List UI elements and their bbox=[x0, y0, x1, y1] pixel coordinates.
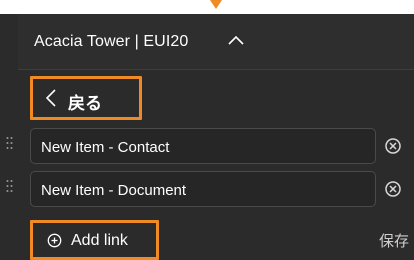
add-circle-icon bbox=[47, 233, 62, 248]
drag-handle-icon[interactable] bbox=[6, 179, 13, 193]
panel-title: Acacia Tower | EUI20 bbox=[34, 33, 189, 50]
remove-icon[interactable] bbox=[384, 180, 402, 198]
link-label: New Item - Document bbox=[41, 182, 187, 199]
add-link-button[interactable]: Add link bbox=[30, 220, 159, 260]
drag-handle-icon[interactable] bbox=[6, 136, 13, 150]
pointer-arrow-icon bbox=[210, 0, 222, 9]
panel-header[interactable]: Acacia Tower | EUI20 bbox=[18, 14, 414, 70]
link-row-contact[interactable]: New Item - Contact bbox=[30, 128, 376, 164]
chevron-up-icon[interactable] bbox=[227, 34, 245, 46]
back-label: 戻る bbox=[68, 94, 102, 113]
add-link-label: Add link bbox=[71, 232, 128, 249]
link-label: New Item - Contact bbox=[41, 139, 170, 156]
remove-icon[interactable] bbox=[384, 137, 402, 155]
background-strip bbox=[0, 0, 414, 14]
back-button[interactable]: 戻る bbox=[30, 76, 142, 120]
chevron-left-icon bbox=[45, 89, 56, 107]
links-panel: Acacia Tower | EUI20 戻る New Item - Conta… bbox=[6, 14, 414, 260]
link-row-document[interactable]: New Item - Document bbox=[30, 171, 376, 207]
